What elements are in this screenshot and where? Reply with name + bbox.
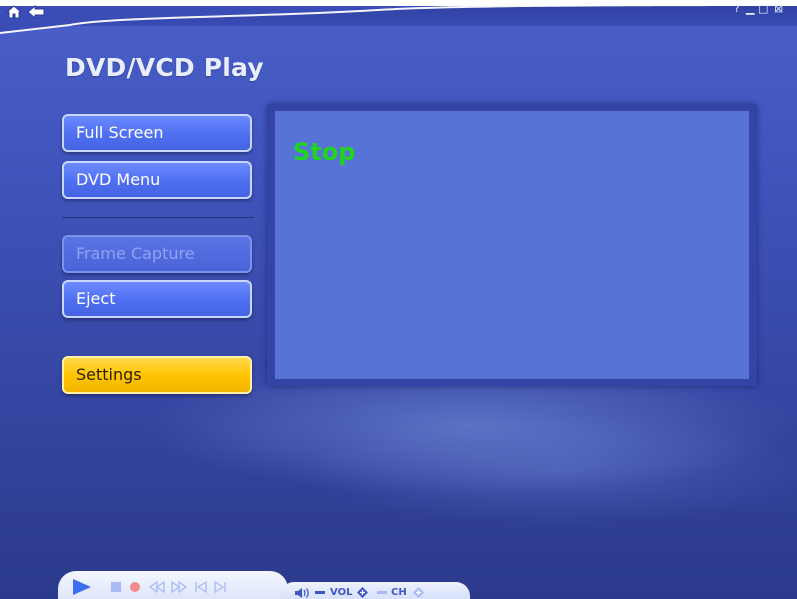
- back-arrow-icon[interactable]: [27, 4, 45, 20]
- media-center-window: ? ▁ □ ⊠ DVD/VCD Play Full Screen DVD Men…: [0, 0, 797, 599]
- eject-button[interactable]: Eject: [62, 280, 252, 318]
- rewind-icon[interactable]: [148, 580, 166, 594]
- channel-up-icon[interactable]: [412, 586, 425, 599]
- help-button[interactable]: ?: [734, 2, 740, 16]
- frame-capture-button[interactable]: Frame Capture: [62, 235, 252, 273]
- close-button[interactable]: ⊠: [774, 2, 783, 16]
- volume-up-icon[interactable]: [356, 586, 369, 599]
- channel-label: CH: [391, 587, 407, 598]
- channel-down-icon[interactable]: [376, 588, 388, 598]
- top-bar-shade: [0, 0, 797, 6]
- volume-down-icon[interactable]: [314, 588, 326, 598]
- maximize-button[interactable]: □: [758, 2, 768, 16]
- playback-status: Stop: [293, 138, 356, 166]
- stop-icon[interactable]: [109, 580, 123, 594]
- next-track-icon[interactable]: [212, 580, 228, 594]
- settings-button[interactable]: Settings: [62, 356, 252, 394]
- home-icon[interactable]: [5, 4, 23, 20]
- menu-divider: [62, 217, 254, 219]
- speaker-icon[interactable]: [293, 586, 311, 599]
- play-icon[interactable]: [70, 577, 94, 597]
- page-title: DVD/VCD Play: [65, 53, 264, 82]
- dvd-menu-button[interactable]: DVD Menu: [62, 161, 252, 199]
- volume-label: VOL: [330, 587, 353, 598]
- previous-track-icon[interactable]: [193, 580, 209, 594]
- full-screen-button[interactable]: Full Screen: [62, 114, 252, 152]
- minimize-button[interactable]: ▁: [746, 2, 754, 16]
- record-icon[interactable]: [128, 580, 142, 594]
- fast-forward-icon[interactable]: [170, 580, 188, 594]
